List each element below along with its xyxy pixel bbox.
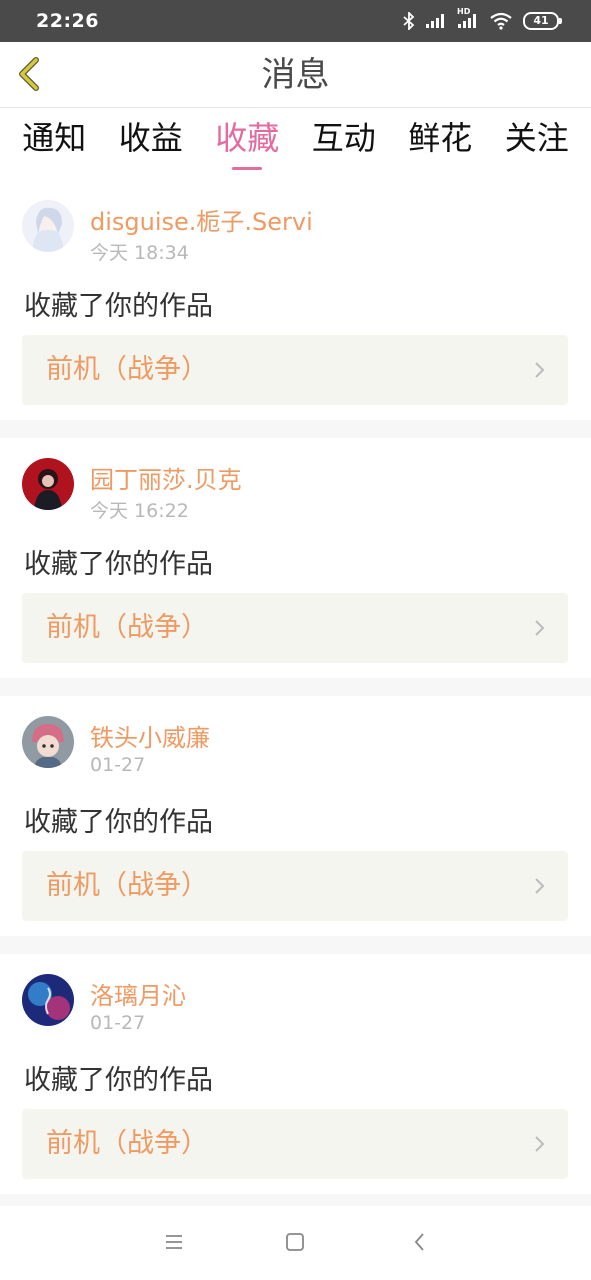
message-time: 01-27	[90, 754, 146, 776]
tab-earnings[interactable]: 收益	[119, 108, 183, 180]
work-title: 前机（战争）	[46, 870, 208, 901]
action-text: 收藏了你的作品	[24, 807, 213, 838]
work-link[interactable]: 前机（战争）	[22, 593, 568, 663]
tab-bar: 通知 收益 收藏 互动 鲜花 关注	[0, 108, 591, 180]
signal-hd-icon: HD	[457, 7, 479, 29]
wifi-icon	[489, 12, 513, 30]
divider	[0, 678, 591, 696]
tab-flowers[interactable]: 鲜花	[408, 108, 472, 180]
divider	[0, 936, 591, 954]
message-time: 01-27	[90, 1012, 146, 1034]
avatar[interactable]	[22, 716, 74, 768]
action-text: 收藏了你的作品	[24, 1065, 213, 1096]
username[interactable]: 园丁丽莎.贝克	[90, 460, 242, 495]
page-title: 消息	[261, 55, 330, 95]
action-text: 收藏了你的作品	[24, 549, 213, 580]
back-nav-icon[interactable]	[408, 1230, 432, 1254]
chevron-right-icon	[535, 1136, 545, 1152]
tab-interactions[interactable]: 互动	[312, 108, 376, 180]
battery-icon: 41	[523, 12, 562, 30]
username[interactable]: 洛璃月沁	[90, 976, 186, 1011]
tab-favorites[interactable]: 收藏	[215, 108, 279, 180]
work-title: 前机（战争）	[46, 612, 208, 643]
work-title: 前机（战争）	[46, 354, 208, 385]
avatar[interactable]	[22, 458, 74, 510]
message-card: disguise.栀子.Servi 今天 18:34 收藏了你的作品 前机（战争…	[0, 180, 591, 420]
chevron-right-icon	[535, 620, 545, 636]
status-icons: HD 41	[403, 7, 562, 30]
header: 消息	[0, 42, 591, 108]
action-text: 收藏了你的作品	[24, 291, 213, 322]
message-card: 铁头小威廉 01-27 收藏了你的作品 前机（战争）	[0, 696, 591, 936]
work-link[interactable]: 前机（战争）	[22, 1109, 568, 1179]
bluetooth-icon	[403, 12, 415, 30]
message-time: 今天 16:22	[90, 500, 189, 522]
avatar[interactable]	[22, 974, 74, 1026]
username[interactable]: disguise.栀子.Servi	[90, 202, 313, 237]
status-bar: 22:26 HD 41	[0, 0, 591, 42]
message-list: disguise.栀子.Servi 今天 18:34 收藏了你的作品 前机（战争…	[0, 180, 591, 1212]
tab-follows[interactable]: 关注	[505, 108, 569, 180]
tab-notifications[interactable]: 通知	[22, 108, 86, 180]
hd-label: HD	[457, 7, 471, 16]
work-link[interactable]: 前机（战争）	[22, 851, 568, 921]
message-card: 洛璃月沁 01-27 收藏了你的作品 前机（战争）	[0, 954, 591, 1194]
home-icon[interactable]	[283, 1230, 307, 1254]
status-time: 22:26	[36, 10, 99, 32]
menu-icon[interactable]	[162, 1230, 186, 1254]
avatar[interactable]	[22, 200, 74, 252]
work-title: 前机（战争）	[46, 1128, 208, 1159]
message-time: 今天 18:34	[90, 242, 189, 264]
work-link[interactable]: 前机（战争）	[22, 335, 568, 405]
message-card: 园丁丽莎.贝克 今天 16:22 收藏了你的作品 前机（战争）	[0, 438, 591, 678]
username[interactable]: 铁头小威廉	[90, 718, 210, 753]
signal-icon	[425, 13, 447, 29]
system-nav-bar	[0, 1206, 591, 1280]
chevron-right-icon	[535, 878, 545, 894]
divider	[0, 420, 591, 438]
chevron-right-icon	[535, 362, 545, 378]
